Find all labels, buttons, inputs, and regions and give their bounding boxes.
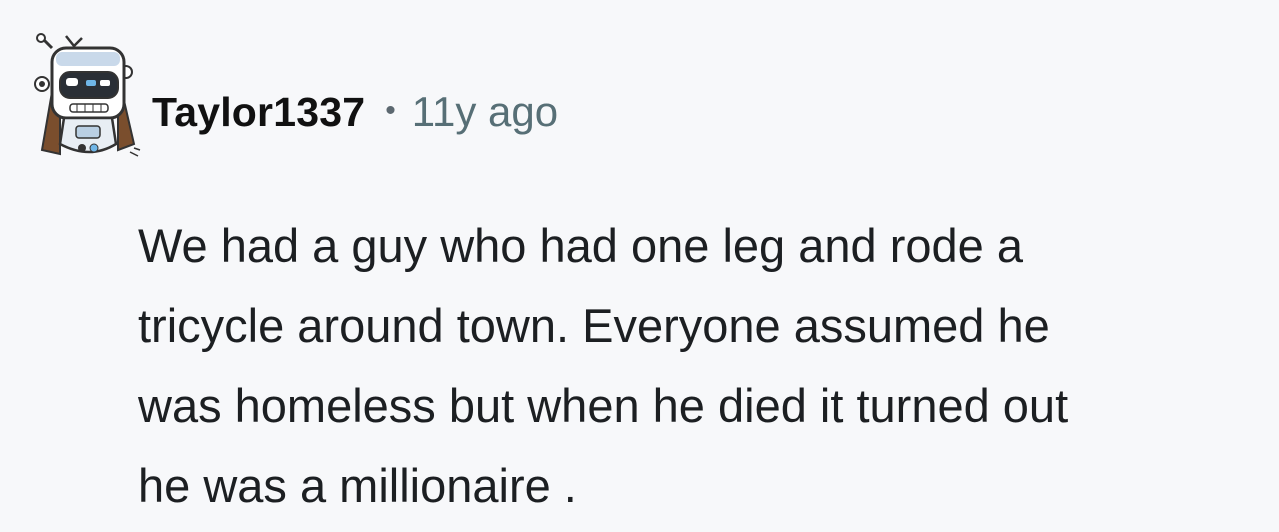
comment-body-line: was homeless but when he died it turned …: [138, 379, 1069, 432]
meta-separator: •: [385, 94, 396, 127]
comment-timestamp[interactable]: 11y ago: [412, 88, 558, 136]
comment-body-line: tricycle around town. Everyone assumed h…: [138, 299, 1050, 352]
robot-avatar-icon: [34, 33, 141, 157]
username-link[interactable]: Taylor1337: [152, 89, 365, 136]
comment-body-line: he was a millionaire .: [138, 459, 577, 512]
comment-body: We had a guy who had one leg and rode a …: [138, 206, 1268, 526]
comment-meta: Taylor1337 • 11y ago: [152, 84, 558, 140]
comment-body-line: We had a guy who had one leg and rode a: [138, 219, 1023, 272]
comment: Taylor1337 • 11y ago We had a guy who ha…: [0, 0, 1279, 532]
user-avatar[interactable]: [30, 32, 148, 164]
